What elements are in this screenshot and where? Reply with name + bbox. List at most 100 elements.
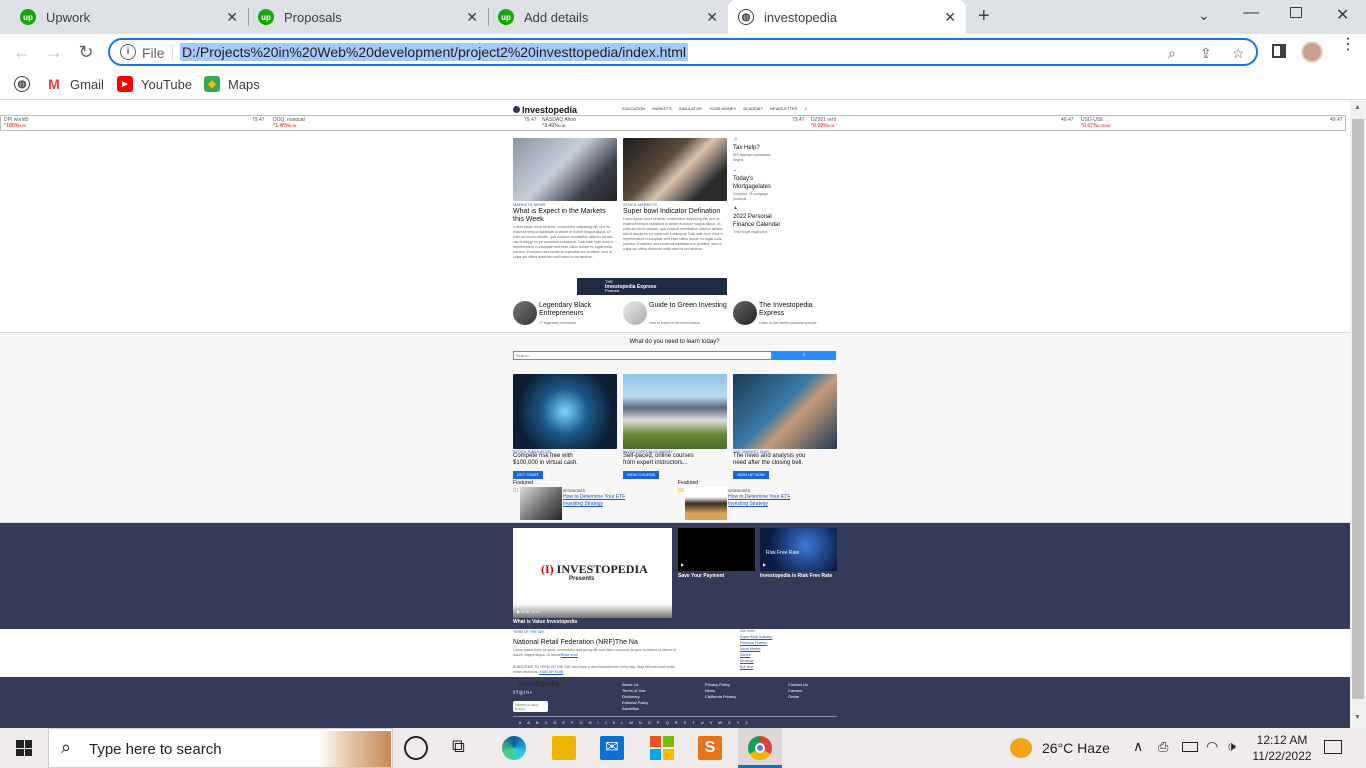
feature-image[interactable]: [513, 374, 617, 449]
mail-icon[interactable]: ✉: [600, 736, 624, 760]
close-icon[interactable]: ✕: [226, 9, 238, 26]
trustee-badge[interactable]: TRUSTe Certified Privacy: [513, 701, 548, 712]
footer-link[interactable]: Advertise: [622, 706, 648, 712]
chrome-taskbar-button[interactable]: [738, 728, 782, 768]
alphabet-letter[interactable]: F: [571, 720, 573, 725]
windows-start-icon[interactable]: [16, 740, 32, 756]
alphabet-letter[interactable]: Y: [737, 720, 740, 725]
category-label[interactable]: MARKETS NEWS: [513, 202, 545, 207]
search-icon[interactable]: ⌕: [804, 106, 807, 112]
task-view-icon[interactable]: ⧉: [452, 736, 476, 760]
promo-title[interactable]: Legendary Black Entrepreneurs: [539, 302, 619, 318]
alphabet-letter[interactable]: V: [710, 720, 713, 725]
weather-text[interactable]: 26°C Haze: [1042, 740, 1110, 756]
alphabet-letter[interactable]: T: [692, 720, 694, 725]
scrollbar-thumb[interactable]: [1352, 119, 1364, 699]
close-window-icon[interactable]: ✕: [1336, 5, 1349, 25]
podcast-banner[interactable]: THE Investopedia Express Podcast: [577, 278, 727, 295]
nav-markets[interactable]: MARKETS: [652, 106, 671, 111]
clock[interactable]: 12:12 AM 11/22/2022: [1252, 732, 1312, 764]
footer-link[interactable]: Ombe: [788, 694, 808, 700]
term-title[interactable]: National Retail Federation (NRF)The Na: [513, 639, 638, 647]
featured-image[interactable]: [520, 487, 562, 520]
bookmark-youtube[interactable]: ▶ YouTube: [117, 76, 192, 92]
side-link-title[interactable]: Today's Mortgagelates: [733, 175, 781, 191]
video-title[interactable]: Save Your Payment: [678, 573, 724, 579]
video-title[interactable]: What is Value Investopedia: [513, 619, 577, 625]
side-link-title[interactable]: Tax Help?: [733, 144, 760, 152]
view-course-button[interactable]: VIEW COURSE: [623, 471, 659, 479]
search-button[interactable]: ⌕: [772, 351, 836, 360]
alphabet-letter[interactable]: M: [630, 720, 633, 725]
file-explorer-icon[interactable]: [552, 736, 576, 760]
tab-investopedia[interactable]: ◍ investopedia ✕: [728, 0, 966, 34]
cortana-icon[interactable]: [404, 736, 428, 760]
video-player[interactable]: ▶: [678, 528, 755, 571]
alphabet-letter[interactable]: L: [621, 720, 623, 725]
feature-image[interactable]: [733, 374, 837, 449]
read-more-link[interactable]: Read more: [561, 653, 578, 657]
alphabet-letter[interactable]: N: [639, 720, 642, 725]
menu-icon[interactable]: ⋮: [1340, 37, 1356, 53]
minimize-icon[interactable]: —: [1243, 4, 1259, 22]
alphabet-letter[interactable]: X: [728, 720, 731, 725]
share-icon[interactable]: ⇪: [1200, 45, 1212, 62]
alphabet-letter[interactable]: I: [598, 720, 599, 725]
page-scrollbar[interactable]: ▲ ▼: [1350, 101, 1366, 728]
signup-link[interactable]: SIGN UP NOW: [539, 670, 563, 674]
sublime-icon[interactable]: S: [698, 736, 722, 760]
category-label[interactable]: STOCK MARKETS: [623, 202, 657, 207]
nav-your-money[interactable]: YOUR MONEY: [709, 106, 736, 111]
hero-image[interactable]: [513, 138, 617, 201]
wifi-icon[interactable]: ◠: [1206, 738, 1218, 755]
zoom-icon[interactable]: ⌕: [1168, 45, 1176, 62]
trending-link[interactable]: Bull Run: [740, 664, 772, 670]
featured-link[interactable]: How to Determine Your ETF Investing Stra…: [563, 494, 643, 508]
alphabet-letter[interactable]: E: [562, 720, 565, 725]
nav-newsletter[interactable]: NEWSLETTER: [770, 106, 797, 111]
restore-icon[interactable]: [1290, 7, 1302, 18]
close-icon[interactable]: ✕: [706, 9, 718, 26]
tab-search-icon[interactable]: ⌄: [1198, 7, 1210, 24]
url-text[interactable]: D:/Projects%20in%20Web%20development/pro…: [180, 43, 689, 61]
edge-icon[interactable]: [502, 736, 526, 760]
volume-icon[interactable]: 🕩: [1227, 738, 1236, 755]
forward-icon[interactable]: →: [42, 40, 66, 64]
bookmark-star-icon[interactable]: ☆: [1232, 45, 1245, 62]
alphabet-letter[interactable]: J: [605, 720, 607, 725]
side-panel-icon[interactable]: [1272, 44, 1286, 58]
avatar[interactable]: [1301, 41, 1323, 63]
get-start-button[interactable]: GET START: [513, 471, 543, 479]
close-icon[interactable]: ✕: [944, 9, 956, 26]
alphabet-letter[interactable]: D: [553, 720, 556, 725]
alphabet-letter[interactable]: #: [519, 720, 521, 725]
alphabet-letter[interactable]: H: [589, 720, 592, 725]
bookmark-maps[interactable]: ◆ Maps: [204, 76, 260, 92]
notification-icon[interactable]: [1324, 740, 1342, 754]
back-icon[interactable]: ←: [10, 40, 34, 64]
alphabet-letter[interactable]: S: [684, 720, 687, 725]
weather-icon[interactable]: [1010, 738, 1032, 758]
apps-icon[interactable]: ◍: [14, 76, 38, 92]
featured-link[interactable]: How to Determine Your ETF Investing Stra…: [728, 494, 808, 508]
feature-title[interactable]: The news and analysis you need after the…: [733, 453, 813, 467]
alphabet-letter[interactable]: Z: [745, 720, 747, 725]
alphabet-letter[interactable]: O: [648, 720, 651, 725]
bookmark-gmail[interactable]: M Gmail: [46, 76, 104, 92]
article-title[interactable]: Super bowl Indicator Defination: [623, 208, 731, 216]
article-title[interactable]: What is Expect in the Markets this Week: [513, 208, 617, 224]
hero-image[interactable]: [623, 138, 727, 201]
new-tab-icon[interactable]: +: [978, 5, 990, 28]
feature-title[interactable]: Self-paced, online courses from expert i…: [623, 453, 703, 467]
meet-now-icon[interactable]: ⎙: [1158, 739, 1168, 755]
alphabet-letter[interactable]: U: [701, 720, 704, 725]
footer-logo[interactable]: Investopedia: [519, 681, 559, 688]
social-icons[interactable]: 𝕥f◎in▪: [513, 690, 533, 696]
alphabet-letter[interactable]: R: [675, 720, 678, 725]
alphabet-letter[interactable]: B: [536, 720, 539, 725]
promo-title[interactable]: The Investopedia Express: [759, 302, 839, 318]
taskbar-search[interactable]: ⌕ Type here to search: [48, 728, 393, 768]
alphabet-letter[interactable]: W: [718, 720, 722, 725]
nav-academy[interactable]: ACADEMY: [743, 106, 763, 111]
featured-image[interactable]: [685, 487, 727, 520]
